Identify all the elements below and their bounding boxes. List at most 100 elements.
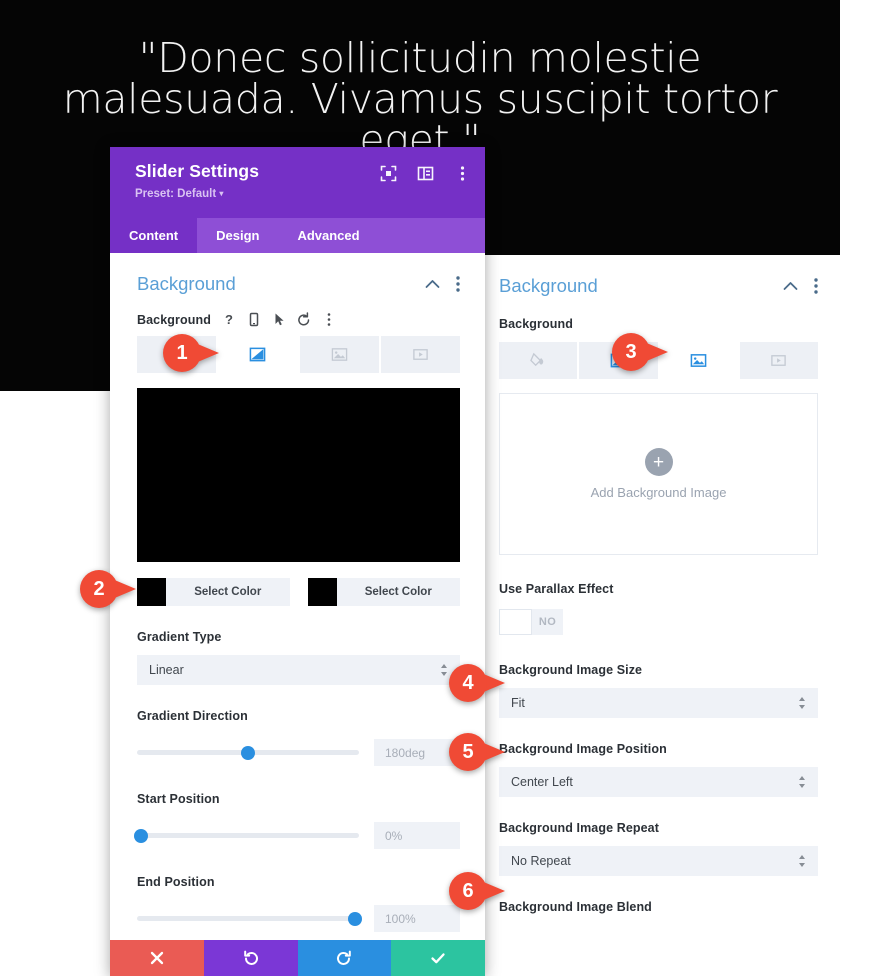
- modal-header-icons: [380, 165, 471, 182]
- pin-number: 3: [625, 340, 637, 363]
- slider-handle[interactable]: [347, 911, 362, 926]
- callout-pin-1: 1: [163, 334, 219, 372]
- end-position-input[interactable]: 100%: [374, 905, 460, 932]
- gradient-direction-slider[interactable]: [137, 745, 359, 760]
- spinner-icon: [440, 663, 448, 677]
- spinner-icon: [798, 854, 806, 868]
- background-color-tab[interactable]: [499, 342, 577, 379]
- toggle-knob: [499, 609, 532, 635]
- image-position-select[interactable]: Center Left: [499, 767, 818, 797]
- image-blend-label: Background Image Blend: [499, 900, 652, 914]
- kebab-menu-icon[interactable]: [454, 165, 471, 182]
- background-gradient-tab[interactable]: [216, 336, 298, 373]
- left-section-header: Background: [137, 273, 460, 295]
- spinner-icon: [798, 696, 806, 710]
- background-video-tab[interactable]: [737, 342, 818, 379]
- image-size-label: Background Image Size: [499, 663, 643, 677]
- slider-handle[interactable]: [134, 828, 149, 843]
- parallax-toggle[interactable]: NO: [499, 609, 563, 635]
- callout-pin-5: 5: [449, 733, 505, 771]
- help-icon[interactable]: ?: [222, 312, 236, 327]
- kebab-menu-icon[interactable]: [322, 312, 336, 327]
- end-position-row: 100%: [137, 905, 460, 932]
- gradient-type-select[interactable]: Linear: [137, 655, 460, 685]
- start-position-label: Start Position: [137, 792, 220, 806]
- responsive-icon[interactable]: [247, 312, 261, 327]
- tab-design[interactable]: Design: [197, 218, 278, 253]
- slider-handle[interactable]: [241, 745, 255, 760]
- kebab-menu-icon[interactable]: [814, 278, 818, 294]
- background-image-tab[interactable]: [297, 336, 379, 373]
- tab-advanced[interactable]: Advanced: [278, 218, 378, 253]
- callout-pin-6: 6: [449, 872, 505, 910]
- image-size-value: Fit: [511, 696, 525, 710]
- slider-settings-modal: Slider Settings Preset: Default ▾ Conten…: [110, 147, 485, 976]
- modal-header: Slider Settings Preset: Default ▾: [110, 147, 485, 218]
- end-position-label: End Position: [137, 875, 215, 889]
- start-position-input[interactable]: 0%: [374, 822, 460, 849]
- left-background-label: Background: [137, 312, 211, 327]
- callout-pin-4: 4: [449, 664, 505, 702]
- gradient-color-row: Select Color Select Color: [137, 578, 460, 606]
- pin-number: 6: [462, 879, 474, 902]
- gradient-type-label: Gradient Type: [137, 630, 222, 644]
- hover-cursor-icon[interactable]: [272, 312, 286, 327]
- select-color-button[interactable]: Select Color: [166, 578, 290, 606]
- left-background-label-row: Background ?: [137, 312, 460, 327]
- screen: "Donec sollicitudin molestie malesuada. …: [0, 0, 880, 976]
- gradient-color-end: Select Color: [307, 578, 460, 606]
- kebab-menu-icon[interactable]: [456, 276, 460, 292]
- hero-title: "Donec sollicitudin molestie malesuada. …: [62, 34, 778, 164]
- svg-text:?: ?: [225, 312, 233, 327]
- right-background-label: Background: [499, 317, 573, 331]
- tab-content[interactable]: Content: [110, 218, 198, 253]
- background-image-tab[interactable]: [657, 342, 738, 379]
- cancel-button[interactable]: [110, 940, 204, 976]
- redo-button[interactable]: [297, 940, 392, 976]
- chevron-down-icon: ▾: [219, 189, 224, 198]
- pin-number: 5: [462, 740, 474, 763]
- modal-action-bar: [110, 940, 485, 976]
- pin-number: 2: [93, 577, 105, 600]
- split-view-icon[interactable]: [417, 165, 434, 182]
- image-position-value: Center Left: [511, 775, 573, 789]
- gradient-preview: [137, 388, 460, 562]
- fullscreen-icon[interactable]: [380, 165, 397, 182]
- add-background-image-label: Add Background Image: [590, 485, 727, 500]
- pin-number: 1: [176, 341, 188, 364]
- gradient-color-start: Select Color: [137, 578, 290, 606]
- left-section-title: Background: [137, 273, 236, 294]
- reset-icon[interactable]: [297, 312, 311, 327]
- end-position-slider[interactable]: [137, 911, 362, 926]
- collapse-chevron-icon[interactable]: [425, 279, 440, 289]
- image-repeat-select[interactable]: No Repeat: [499, 846, 818, 876]
- add-background-image-dropzone[interactable]: + Add Background Image: [499, 393, 818, 555]
- gradient-direction-row: 180deg: [137, 739, 460, 766]
- start-position-row: 0%: [134, 822, 460, 849]
- preset-selector[interactable]: Preset: Default ▾: [135, 188, 467, 200]
- parallax-state-label: NO: [538, 616, 557, 628]
- image-size-select[interactable]: Fit: [499, 688, 818, 718]
- right-section-title: Background: [499, 275, 598, 296]
- save-button[interactable]: [391, 940, 485, 976]
- start-position-slider[interactable]: [134, 828, 359, 843]
- color-swatch[interactable]: [307, 578, 337, 606]
- collapse-chevron-icon[interactable]: [783, 281, 798, 291]
- preset-label: Preset: Default: [135, 188, 217, 200]
- color-swatch[interactable]: [137, 578, 166, 606]
- plus-icon: +: [644, 448, 673, 476]
- callout-pin-3: 3: [612, 333, 668, 371]
- gradient-direction-input[interactable]: 180deg: [374, 739, 460, 766]
- right-section-header: Background: [499, 275, 818, 297]
- page-right-margin: [840, 0, 880, 391]
- select-color-button[interactable]: Select Color: [336, 578, 460, 606]
- gradient-direction-label: Gradient Direction: [137, 709, 248, 723]
- callout-pin-2: 2: [80, 570, 136, 608]
- spinner-icon: [798, 775, 806, 789]
- parallax-toggle-row: NO: [499, 609, 818, 635]
- background-video-tab[interactable]: [378, 336, 460, 373]
- modal-tabs: Content Design Advanced: [110, 218, 485, 253]
- image-position-label: Background Image Position: [499, 742, 667, 756]
- parallax-label: Use Parallax Effect: [499, 582, 614, 596]
- undo-button[interactable]: [203, 940, 298, 976]
